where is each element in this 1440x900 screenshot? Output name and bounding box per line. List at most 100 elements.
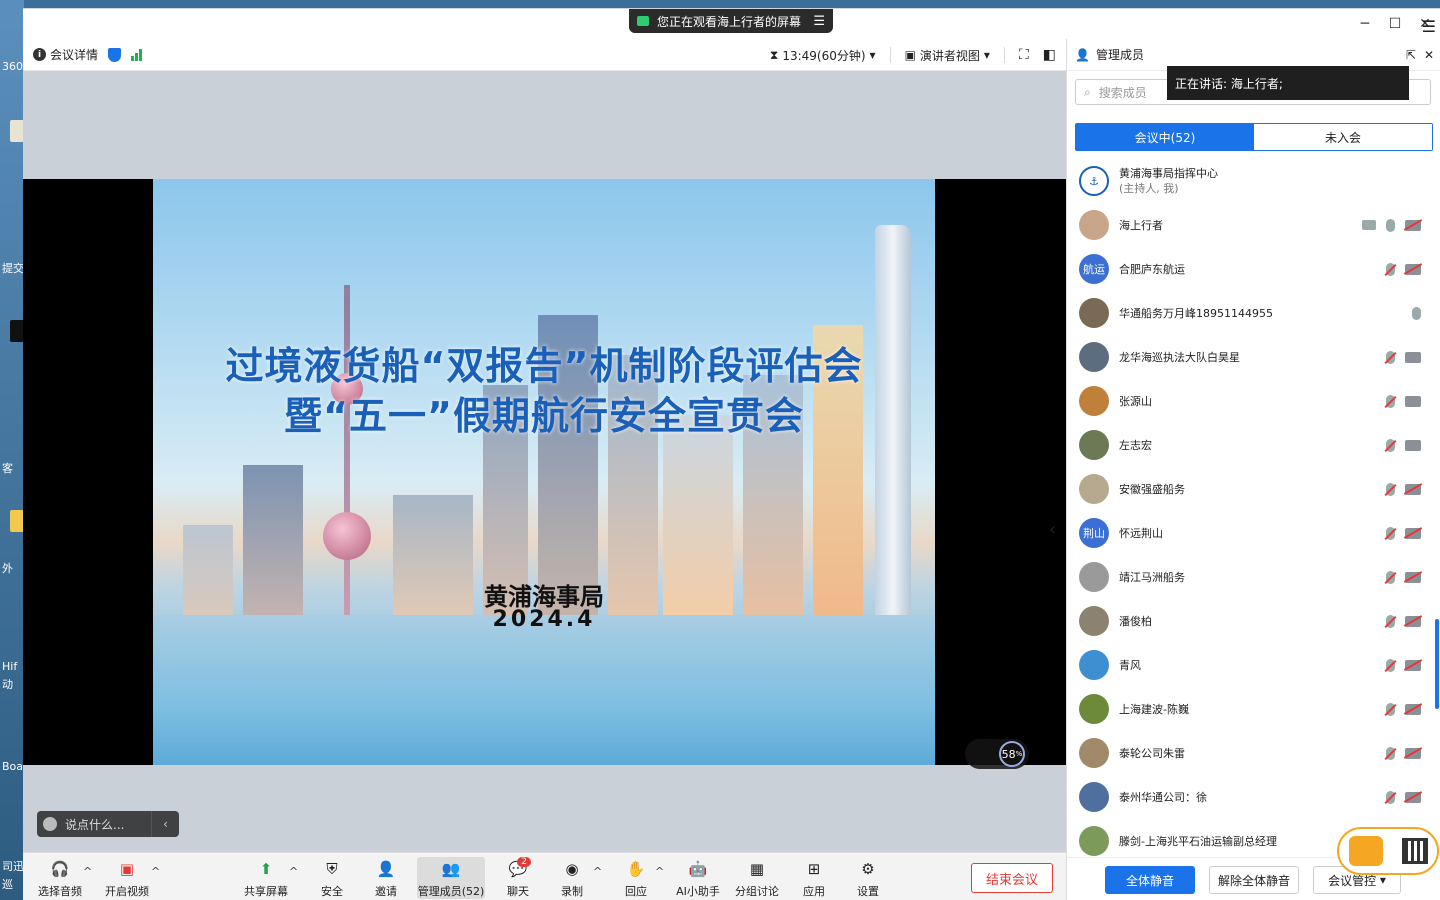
maximize-button[interactable]: ☐ [1380,9,1410,39]
camera-off-icon[interactable] [1405,791,1421,803]
manage-members-button[interactable]: 👥 管理成员(52) [417,857,485,899]
close-icon[interactable]: ✕ [1424,48,1434,62]
desktop-icon-label[interactable]: 360 [2,60,23,73]
folder-icon[interactable] [10,510,24,532]
reaction-button[interactable]: ✋ 回应 [621,857,651,899]
camera-off-icon[interactable] [1405,703,1421,715]
mic-muted-icon[interactable] [1386,526,1395,540]
member-row[interactable]: 泰轮公司朱雷 [1067,731,1440,775]
hamburger-menu-icon[interactable]: ☰ [1422,17,1436,36]
camera-off-icon[interactable] [1405,483,1421,495]
chevron-up-icon[interactable]: ^ [151,865,160,878]
mic-muted-icon[interactable] [1386,394,1395,408]
mic-muted-icon[interactable] [1386,702,1395,716]
mic-muted-icon[interactable] [1386,262,1395,276]
member-row[interactable]: 安徽强盛船务 [1067,467,1440,511]
member-row[interactable]: 青风 [1067,643,1440,687]
collapse-panel-chevron-icon[interactable]: ‹ [1049,519,1056,540]
camera-off-icon[interactable] [1405,571,1421,583]
end-meeting-button[interactable]: 结束会议 [971,863,1053,893]
member-row[interactable]: ⚓ 黄浦海事局指挥中心 (主持人, 我) [1067,159,1440,203]
member-row[interactable]: 华通船务万月峰18951144955 [1067,291,1440,335]
breakout-button[interactable]: ▦ 分组讨论 [733,857,781,899]
member-row[interactable]: 航运 合肥庐东航运 [1067,247,1440,291]
member-list-scrollbar[interactable] [1435,619,1439,709]
performance-indicator[interactable]: 58% [965,739,1029,769]
mic-icon[interactable] [1412,306,1421,320]
record-button[interactable]: ◉ 录制 [557,857,587,899]
camera-off-icon[interactable] [1405,659,1421,671]
camera-off-icon[interactable] [1405,527,1421,539]
mute-all-button[interactable]: 全体静音 [1105,866,1195,894]
desktop-icon-label[interactable]: 巡 [2,876,13,892]
chevron-up-icon[interactable]: ^ [83,865,92,878]
apps-button[interactable]: ⊞ 应用 [799,857,829,899]
member-row[interactable]: 潘俊柏 [1067,599,1440,643]
camera-icon[interactable] [1405,395,1421,407]
settings-button[interactable]: ⚙ 设置 [853,857,883,899]
quick-chat-input[interactable]: 说点什么... ‹ [37,811,179,837]
emoji-icon[interactable] [43,817,57,831]
member-row[interactable]: 左志宏 [1067,423,1440,467]
popout-icon[interactable]: ⇱ [1406,48,1416,62]
audio-button[interactable]: 🎧 选择音频 [35,857,85,899]
mic-muted-icon[interactable] [1386,350,1395,364]
desktop-icon-label[interactable]: 司迅 [2,858,24,874]
mic-muted-icon[interactable] [1386,482,1395,496]
ai-assistant-button[interactable]: 🤖 AI小助手 [675,857,721,899]
network-signal-icon[interactable] [131,48,143,61]
camera-off-icon[interactable] [1405,263,1421,275]
camera-off-icon[interactable] [1405,219,1421,231]
tab-in-meeting[interactable]: 会议中(52) [1076,124,1254,150]
meeting-details-button[interactable]: i 会议详情 [33,46,98,63]
chevron-up-icon[interactable]: ^ [593,865,602,878]
desktop-icon-label[interactable]: 外 [2,560,13,576]
desktop-icon-label[interactable]: Hif [2,660,17,673]
unmute-all-button[interactable]: 解除全体静音 [1209,866,1299,894]
chevron-up-icon[interactable]: ^ [655,865,664,878]
member-row[interactable]: 海上行者 [1067,203,1440,247]
camera-off-icon[interactable] [1405,747,1421,759]
mic-icon[interactable] [1386,218,1395,232]
desktop-icon[interactable] [10,120,24,142]
camera-icon[interactable] [1405,439,1421,451]
meeting-timer[interactable]: ⧗ 13:49(60分钟) ▾ [770,47,876,64]
member-row[interactable]: 张源山 [1067,379,1440,423]
desktop-icon-label[interactable]: Boa [2,760,23,773]
member-row[interactable]: 靖江马洲船务 [1067,555,1440,599]
feedback-chat-icon[interactable] [1348,836,1383,866]
feedback-qr-widget[interactable] [1337,827,1439,875]
mic-muted-icon[interactable] [1386,658,1395,672]
qr-code-icon[interactable] [1401,838,1428,864]
desktop-icon-label[interactable]: 客 [2,460,13,476]
member-row[interactable]: 上海建波-陈巍 [1067,687,1440,731]
desktop-icon-label[interactable]: 提交 [2,260,24,276]
desktop-icon-label[interactable]: 动 [2,676,13,692]
security-shield-icon[interactable] [108,47,122,62]
member-row[interactable]: 荆山 怀远荆山 [1067,511,1440,555]
screen-share-notice[interactable]: 您正在观看海上行者的屏幕 ☰ [629,9,833,33]
security-button[interactable]: ⛨ 安全 [317,857,347,899]
invite-button[interactable]: 👤 邀请 [371,857,401,899]
sidebar-toggle-icon[interactable]: ◧ [1043,47,1056,63]
mic-muted-icon[interactable] [1386,438,1395,452]
mic-muted-icon[interactable] [1386,614,1395,628]
mic-muted-icon[interactable] [1386,570,1395,584]
fullscreen-icon[interactable]: ⛶ [1019,47,1029,63]
camera-icon[interactable] [1405,351,1421,363]
mic-muted-icon[interactable] [1386,746,1395,760]
chevron-left-icon[interactable]: ‹ [151,811,179,837]
menu-icon[interactable]: ☰ [813,14,825,29]
camera-off-icon[interactable] [1405,615,1421,627]
share-screen-button[interactable]: ⬆ 共享屏幕 [241,857,291,899]
member-row[interactable]: 龙华海巡执法大队白昊星 [1067,335,1440,379]
tab-not-joined[interactable]: 未入会 [1254,124,1432,150]
minimize-button[interactable]: ─ [1350,9,1380,39]
view-mode-dropdown[interactable]: ▣ 演讲者视图 ▾ [905,47,990,64]
video-button[interactable]: ▣ 开启视频 [101,857,153,899]
chevron-up-icon[interactable]: ^ [289,865,298,878]
desktop-icon[interactable] [10,320,24,342]
mic-muted-icon[interactable] [1386,790,1395,804]
chat-button[interactable]: 💬 聊天 2 [503,857,533,899]
member-row[interactable]: 泰州华通公司：徐 [1067,775,1440,819]
